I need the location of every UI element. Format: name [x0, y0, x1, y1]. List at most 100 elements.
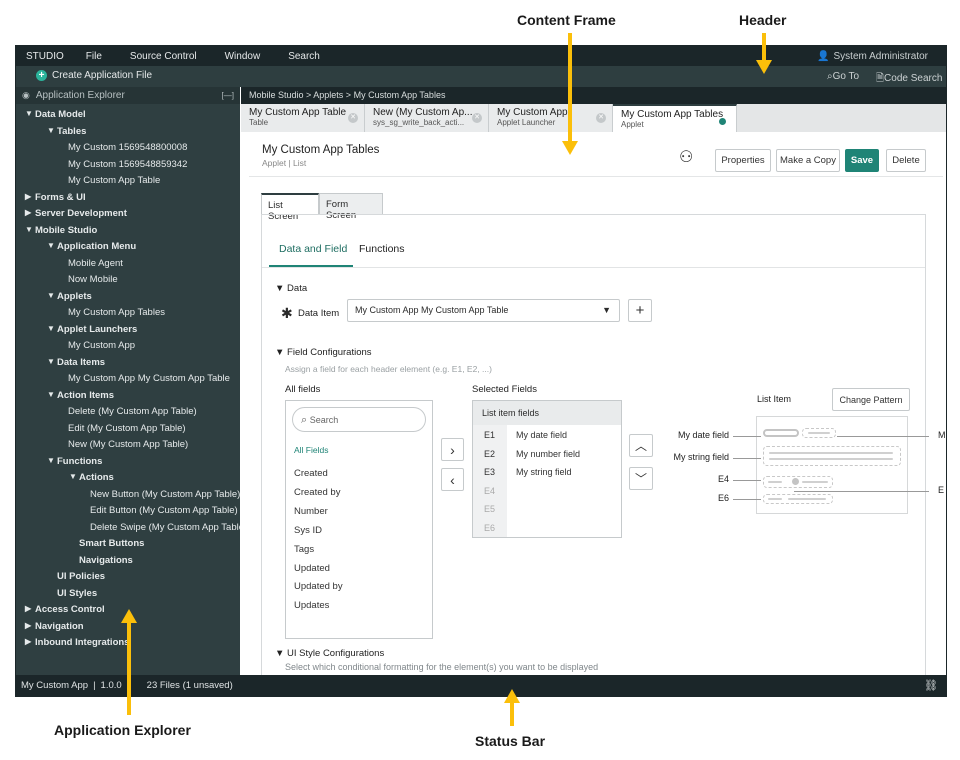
tree-item[interactable]: Now Mobile — [68, 274, 118, 285]
tree-item[interactable]: Delete (My Custom App Table) — [68, 406, 197, 417]
tab-form-screen[interactable]: Form Screen — [319, 193, 383, 221]
expanded-caret-icon[interactable]: ▼ — [47, 291, 55, 300]
field-list-item[interactable]: Sys ID — [294, 525, 322, 536]
menu-studio[interactable]: STUDIO — [26, 51, 64, 62]
menu-file[interactable]: File — [86, 51, 102, 62]
tree-item[interactable]: My Custom 1569548800008 — [68, 142, 187, 153]
selected-field[interactable]: My string field — [516, 467, 572, 477]
collapse-circle-icon[interactable]: ◉ — [22, 90, 30, 101]
save-button[interactable]: Save — [845, 149, 879, 172]
tab-title: New (My Custom Ap... — [373, 107, 473, 118]
expanded-caret-icon[interactable]: ▼ — [47, 324, 55, 333]
user-menu[interactable]: 👤 System Administrator — [817, 51, 928, 62]
tree-item[interactable]: ▼ Tables — [47, 126, 86, 137]
tree-item[interactable]: ▼ Data Model — [25, 109, 86, 120]
tree-item[interactable]: My Custom App Table — [68, 175, 160, 186]
collapsed-caret-icon[interactable]: ▶ — [25, 192, 31, 201]
data-item-select[interactable]: My Custom App My Custom App Table ▼ — [347, 299, 620, 322]
tree-item[interactable]: Delete Swipe (My Custom App Table) — [90, 522, 240, 533]
tree-item[interactable]: ▼ Applet Launchers — [47, 324, 137, 335]
all-fields-link[interactable]: All Fields — [294, 445, 328, 455]
move-up-button[interactable]: ︿ — [629, 434, 653, 457]
menu-source-control[interactable]: Source Control — [130, 51, 197, 62]
tree-item[interactable]: Smart Buttons — [79, 538, 144, 549]
expanded-caret-icon[interactable]: ▼ — [47, 241, 55, 250]
selected-field[interactable]: My date field — [516, 430, 567, 440]
collapsed-caret-icon[interactable]: ▶ — [25, 637, 31, 646]
field-list-item[interactable]: Created by — [294, 487, 340, 498]
field-list-item[interactable]: Updated by — [294, 581, 343, 592]
search-input[interactable]: ⌕ Search — [292, 407, 426, 432]
collapsed-caret-icon[interactable]: ▶ — [25, 604, 31, 613]
subtab-functions[interactable]: Functions — [359, 243, 405, 255]
tree-item[interactable]: ▼ Actions — [69, 472, 114, 483]
user-icon[interactable]: ⚇ — [679, 147, 693, 167]
expanded-caret-icon[interactable]: ▼ — [47, 126, 55, 135]
field-list-item[interactable]: Updated — [294, 563, 330, 574]
add-data-item-button[interactable]: + — [628, 299, 652, 322]
go-to-button[interactable]: ⌕Go To — [827, 71, 859, 82]
tab-my-custom-app-tables[interactable]: My Custom App Tables Applet — [613, 104, 737, 132]
field-list-item[interactable]: Number — [294, 506, 328, 517]
tree-item[interactable]: ▼ Data Items — [47, 357, 105, 368]
tab-new-write-back[interactable]: New (My Custom Ap... sys_sg_write_back_ac… — [365, 104, 489, 132]
tree-item[interactable]: Navigations — [79, 555, 133, 566]
tree-item[interactable]: UI Styles — [57, 588, 97, 599]
collapsed-caret-icon[interactable]: ▶ — [25, 208, 31, 217]
field-list-item[interactable]: Updates — [294, 600, 329, 611]
move-right-button[interactable]: › — [441, 438, 464, 461]
field-config-toggle[interactable]: ▼ Field Configurations — [275, 347, 372, 358]
tree-item[interactable]: UI Policies — [57, 571, 105, 582]
tree-item[interactable]: My Custom App My Custom App Table — [68, 373, 230, 384]
tree-item[interactable]: Edit Button (My Custom App Table) — [90, 505, 238, 516]
move-down-button[interactable]: ﹀ — [629, 467, 653, 490]
expanded-caret-icon[interactable]: ▼ — [47, 357, 55, 366]
tree-item[interactable]: New (My Custom App Table) — [68, 439, 188, 450]
tab-my-custom-app[interactable]: My Custom App Applet Launcher ✕ — [489, 104, 613, 132]
tree-item[interactable]: ▼ Mobile Studio — [25, 225, 97, 236]
tree-item[interactable]: My Custom App Tables — [68, 307, 165, 318]
tree-item[interactable]: ▼ Applets — [47, 291, 92, 302]
tree-item[interactable]: ▶ Access Control — [25, 604, 105, 615]
tree-item[interactable]: ▼ Application Menu — [47, 241, 136, 252]
tree-item[interactable]: ▼ Action Items — [47, 390, 114, 401]
tree-item[interactable]: ▼ Functions — [47, 456, 102, 467]
menu-search[interactable]: Search — [288, 51, 320, 62]
change-pattern-button[interactable]: Change Pattern — [832, 388, 910, 411]
ui-style-toggle[interactable]: ▼ UI Style Configurations — [275, 648, 384, 659]
properties-button[interactable]: Properties — [715, 149, 771, 172]
selected-field[interactable]: My number field — [516, 449, 580, 459]
expanded-caret-icon[interactable]: ▼ — [47, 456, 55, 465]
tree-item[interactable]: Edit (My Custom App Table) — [68, 423, 186, 434]
make-a-copy-button[interactable]: Make a Copy — [776, 149, 840, 172]
move-left-button[interactable]: ‹ — [441, 468, 464, 491]
tree-item[interactable]: My Custom 1569548859342 — [68, 159, 187, 170]
menu-window[interactable]: Window — [225, 51, 261, 62]
close-icon[interactable]: ✕ — [348, 113, 358, 123]
tab-list-screen[interactable]: List Screen — [261, 193, 319, 222]
expanded-caret-icon[interactable]: ▼ — [25, 225, 33, 234]
expanded-caret-icon[interactable]: ▼ — [47, 390, 55, 399]
collapse-all-button[interactable]: [—] — [222, 91, 234, 100]
field-list-item[interactable]: Tags — [294, 544, 314, 555]
code-search-button[interactable]: 🗎Code Search — [876, 71, 942, 88]
tree-item[interactable]: ▶ Inbound Integrations — [25, 637, 129, 648]
create-application-file-button[interactable]: + Create Application File — [36, 70, 152, 81]
collapsed-caret-icon[interactable]: ▶ — [25, 621, 31, 630]
data-section-toggle[interactable]: ▼ Data — [275, 283, 307, 294]
close-icon[interactable]: ✕ — [472, 113, 482, 123]
tree-item[interactable]: Mobile Agent — [68, 258, 123, 269]
tree-item[interactable]: New Button (My Custom App Table) — [90, 489, 240, 500]
delete-button[interactable]: Delete — [886, 149, 926, 172]
tree-item[interactable]: ▶ Navigation — [25, 621, 84, 632]
close-icon[interactable]: ✕ — [596, 113, 606, 123]
tab-my-custom-app-table[interactable]: My Custom App Table Table ✕ — [241, 104, 365, 132]
tree-item[interactable]: ▶ Server Development — [25, 208, 127, 219]
link-icon[interactable]: ⛓ — [924, 679, 938, 692]
expanded-caret-icon[interactable]: ▼ — [69, 472, 77, 481]
tree-item[interactable]: ▶ Forms & UI — [25, 192, 86, 203]
field-list-item[interactable]: Created — [294, 468, 328, 479]
subtab-data-and-field[interactable]: Data and Field — [279, 243, 347, 255]
tree-item[interactable]: My Custom App — [68, 340, 135, 351]
expanded-caret-icon[interactable]: ▼ — [25, 109, 33, 118]
